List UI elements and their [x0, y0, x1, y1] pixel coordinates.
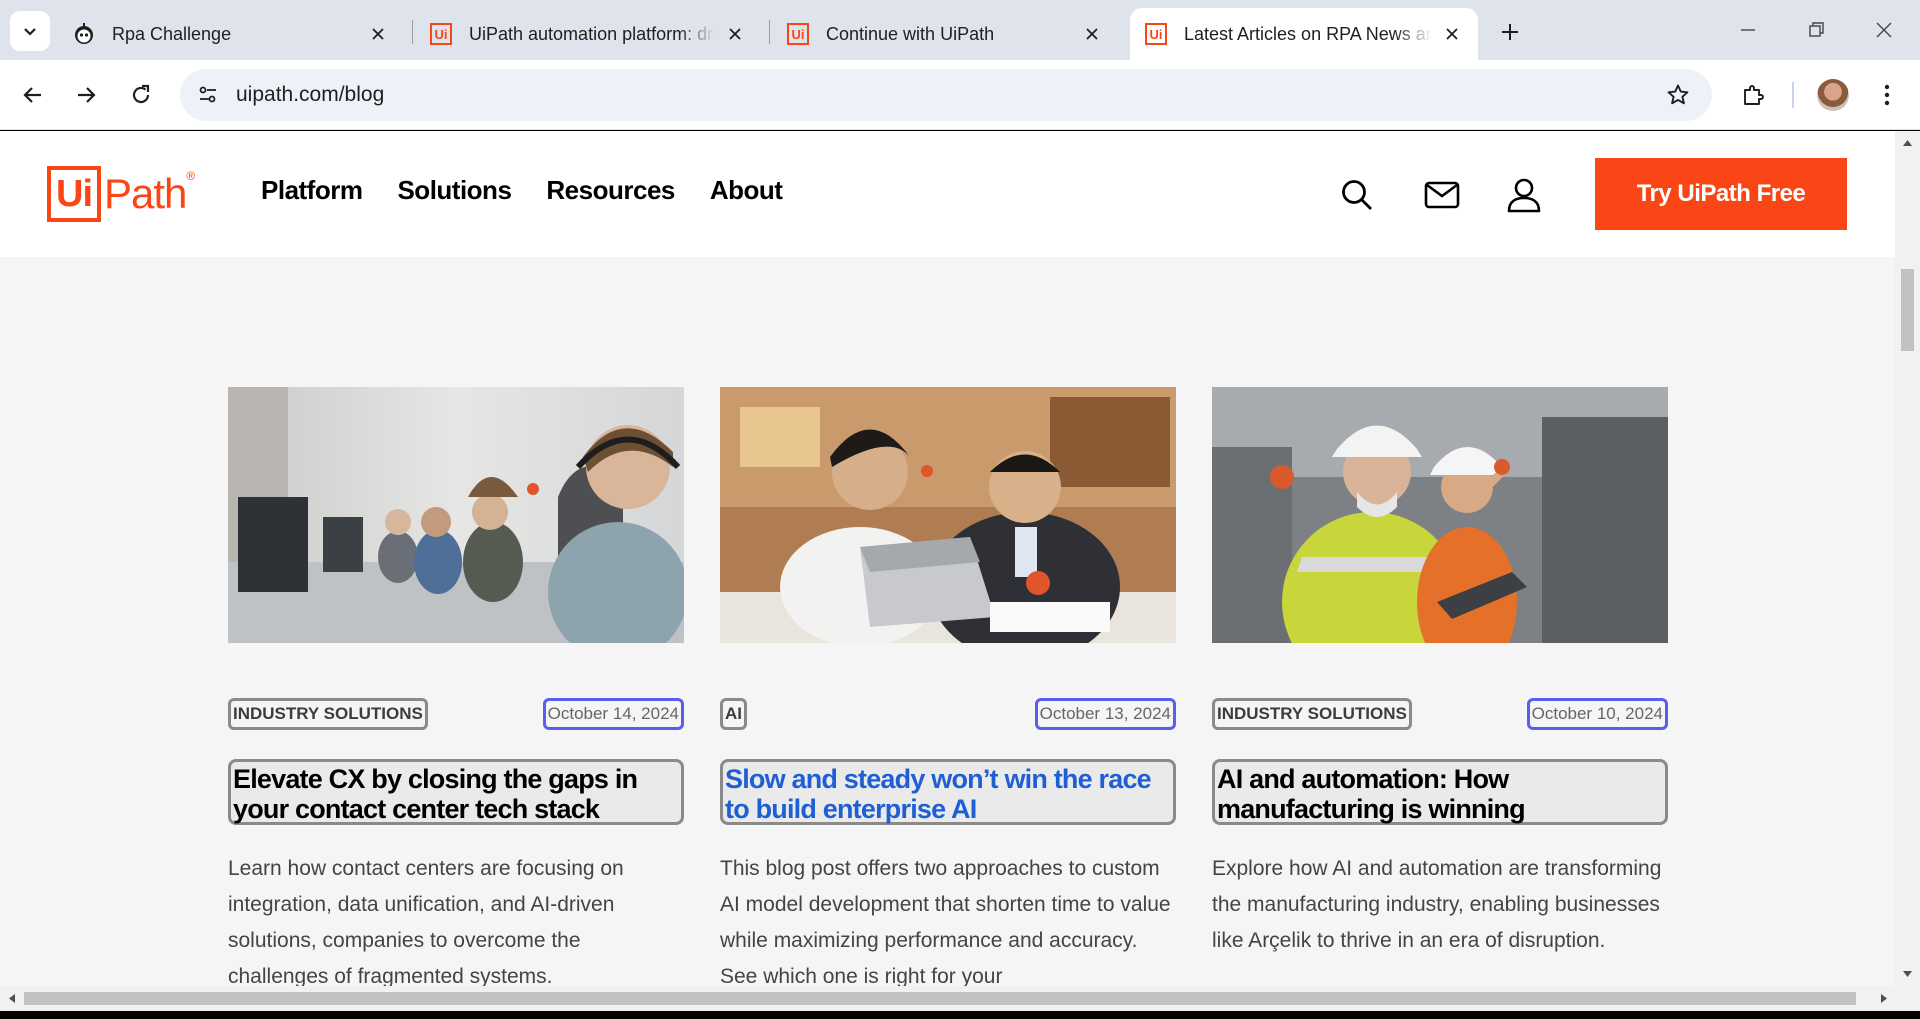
tab-separator [769, 20, 770, 44]
new-tab-button[interactable] [1492, 14, 1528, 50]
scroll-down-icon[interactable] [1895, 961, 1920, 986]
tab-title: Continue with UiPath [826, 23, 995, 44]
article-title-link[interactable]: Elevate CX by closing the gaps in your c… [228, 759, 684, 825]
uipath-icon: Ui [429, 22, 453, 46]
chevron-down-icon [24, 28, 36, 36]
category-tag[interactable]: INDUSTRY SOLUTIONS [228, 698, 428, 730]
nav-resources[interactable]: Resources [546, 175, 675, 206]
tab-title: Rpa Challenge [112, 23, 232, 44]
taskbar-strip [0, 1011, 1920, 1019]
tab-title: UiPath automation platform: drive [469, 23, 715, 44]
two-men-laptop-photo [720, 387, 1176, 643]
article-image[interactable] [1212, 387, 1668, 643]
horizontal-scrollbar-thumb[interactable] [24, 992, 1856, 1005]
address-bar[interactable]: uipath.com/blog [180, 69, 1712, 121]
try-uipath-free-button[interactable]: Try UiPath Free [1595, 158, 1847, 230]
back-button[interactable] [13, 75, 53, 115]
article-meta: INDUSTRY SOLUTIONS October 14, 2024 [228, 698, 684, 730]
scroll-up-icon[interactable] [1895, 131, 1920, 156]
close-icon[interactable] [1080, 22, 1104, 46]
toolbar-divider [1792, 82, 1794, 108]
article-title-link[interactable]: AI and automation: How manufacturing is … [1212, 759, 1668, 825]
uipath-icon: Ui [1144, 22, 1168, 46]
arrow-right-icon [78, 87, 96, 103]
robot-icon [72, 22, 96, 46]
forward-button[interactable] [66, 75, 106, 115]
menu-button[interactable] [1867, 75, 1907, 115]
puzzle-icon [1744, 85, 1764, 105]
nav-solutions[interactable]: Solutions [397, 175, 511, 206]
kebab-menu-icon [1884, 84, 1890, 106]
category-tag[interactable]: AI [720, 698, 747, 730]
tab-uipath-platform[interactable]: Ui UiPath automation platform: drive [415, 8, 761, 60]
scroll-right-icon[interactable] [1872, 986, 1896, 1011]
article-excerpt: Learn how contact centers are focusing o… [228, 857, 624, 986]
uipath-icon: Ui [786, 22, 810, 46]
tab-latest-articles[interactable]: Ui Latest Articles on RPA News and [1130, 8, 1478, 60]
article-meta: INDUSTRY SOLUTIONS October 10, 2024 [1212, 698, 1668, 730]
article-card[interactable]: INDUSTRY SOLUTIONS October 14, 2024 Elev… [228, 387, 684, 986]
plus-icon [1502, 24, 1518, 40]
mail-icon[interactable] [1422, 175, 1462, 215]
article-meta: AI October 13, 2024 [720, 698, 1176, 730]
restore-button[interactable] [1794, 12, 1838, 48]
extensions-button[interactable] [1733, 75, 1773, 115]
tab-search-button[interactable] [10, 11, 50, 51]
nav-about[interactable]: About [710, 175, 783, 206]
main-nav: Platform Solutions Resources About [261, 175, 783, 206]
article-date: October 14, 2024 [542, 698, 684, 730]
bookmark-star-icon[interactable] [1662, 79, 1694, 111]
minimize-icon [1741, 29, 1755, 31]
tab-separator [412, 20, 413, 44]
tab-title: Latest Articles on RPA News and [1184, 23, 1432, 44]
close-icon[interactable] [1440, 22, 1464, 46]
user-account-icon[interactable] [1504, 175, 1544, 215]
close-icon [1876, 22, 1892, 38]
article-excerpt: Explore how AI and automation are transf… [1212, 857, 1662, 952]
tab-continue-with-uipath[interactable]: Ui Continue with UiPath [772, 8, 1118, 60]
factory-workers-tablet-photo [1212, 387, 1668, 643]
horizontal-scrollbar[interactable] [0, 986, 1920, 1011]
article-excerpt: This blog post offers two approaches to … [720, 857, 1171, 986]
reload-button[interactable] [121, 75, 161, 115]
close-icon[interactable] [366, 22, 390, 46]
article-date: October 10, 2024 [1526, 698, 1668, 730]
article-image[interactable] [720, 387, 1176, 643]
category-tag[interactable]: INDUSTRY SOLUTIONS [1212, 698, 1412, 730]
close-icon[interactable] [723, 22, 747, 46]
contact-center-agents-photo [228, 387, 684, 643]
arrow-left-icon [23, 87, 41, 103]
vertical-scrollbar-thumb[interactable] [1901, 269, 1914, 351]
tab-strip: Rpa Challenge Ui UiPath automation platf… [0, 0, 1920, 60]
article-title-link[interactable]: Slow and steady won’t win the race to bu… [720, 759, 1176, 825]
restore-icon [1809, 22, 1824, 37]
site-info-icon[interactable] [190, 77, 226, 113]
search-icon[interactable] [1337, 175, 1377, 215]
scroll-left-icon[interactable] [0, 986, 24, 1011]
url-text[interactable]: uipath.com/blog [236, 83, 384, 107]
minimize-button[interactable] [1726, 12, 1770, 48]
article-image[interactable] [228, 387, 684, 643]
browser-toolbar: uipath.com/blog [0, 60, 1920, 130]
tab-rpa-challenge[interactable]: Rpa Challenge [58, 8, 404, 60]
site-header: Ui Path ® Platform Solutions Resources A… [0, 131, 1895, 257]
article-date: October 13, 2024 [1034, 698, 1176, 730]
article-card[interactable]: AI October 13, 2024 Slow and steady won’… [720, 387, 1176, 986]
web-page: Ui Path ® Platform Solutions Resources A… [0, 131, 1895, 986]
profile-avatar[interactable] [1817, 79, 1849, 111]
article-card[interactable]: INDUSTRY SOLUTIONS October 10, 2024 AI a… [1212, 387, 1668, 952]
vertical-scrollbar[interactable] [1895, 131, 1920, 986]
nav-platform[interactable]: Platform [261, 175, 363, 206]
uipath-logo[interactable]: Ui Path ® [47, 165, 195, 223]
reload-icon [132, 84, 150, 104]
window-close-button[interactable] [1862, 12, 1906, 48]
